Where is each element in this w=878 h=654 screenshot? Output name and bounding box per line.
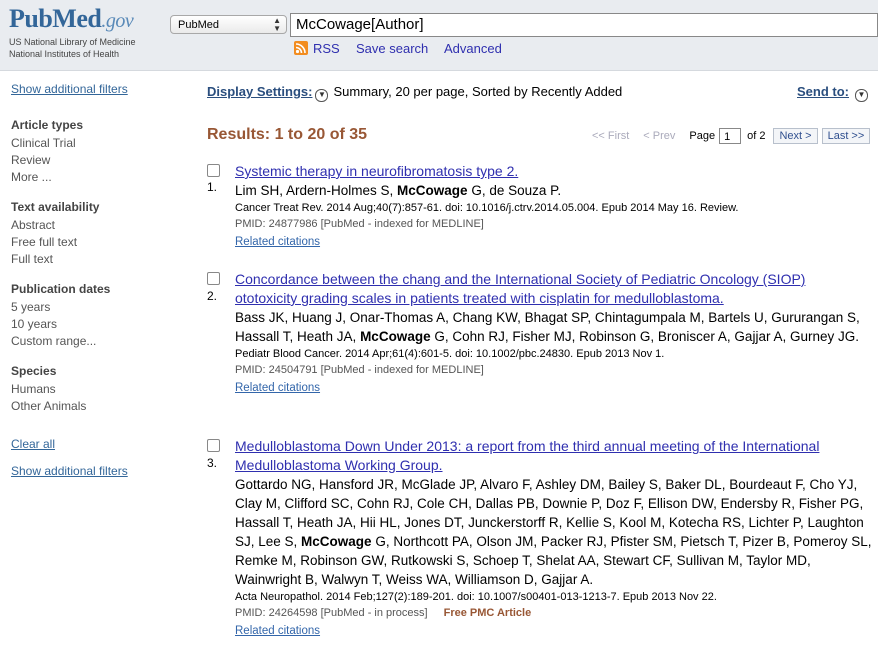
filter-group-title: Text availability xyxy=(11,200,100,214)
filter-5-years[interactable]: 5 years xyxy=(11,299,191,316)
result-title-line: Concordance between the chang and the In… xyxy=(235,271,806,287)
send-to-menu[interactable]: Send to: ▼ xyxy=(797,84,868,102)
logo-subtitle-2: National Institutes of Health xyxy=(9,49,120,59)
select-arrows-icon: ▲ ▼ xyxy=(273,16,281,33)
filter-group-species: Species Humans Other Animals xyxy=(11,364,191,415)
filter-10-years[interactable]: 10 years xyxy=(11,316,191,333)
authors-text: Lim SH, Ardern-Holmes S, xyxy=(235,183,398,198)
display-settings-summary: Summary, 20 per page, Sorted by Recently… xyxy=(333,84,623,99)
result-pmid: PMID: 24877986 [PubMed - indexed for MED… xyxy=(235,216,872,232)
result-title-link[interactable]: Concordance between the chang and the In… xyxy=(235,271,805,306)
result-title-line: Systemic therapy in neurofibromatosis ty… xyxy=(235,163,519,179)
pagination: << First < Prev Page 1 of 2 Next > Last … xyxy=(592,128,871,144)
related-citations-link[interactable]: Related citations xyxy=(235,382,320,394)
filter-full-text[interactable]: Full text xyxy=(11,251,191,268)
next-page-button[interactable]: Next > xyxy=(773,128,818,144)
result-number: 2. xyxy=(207,289,218,303)
pmid-text: PMID: 24504791 [PubMed - indexed for MED… xyxy=(235,364,484,376)
result-title-line: Medulloblastoma Working Group. xyxy=(235,457,443,473)
filter-group-title: Species xyxy=(11,364,57,378)
filter-other-animals[interactable]: Other Animals xyxy=(11,398,191,415)
result-title-line: Medulloblastoma Down Under 2013: a repor… xyxy=(235,438,820,454)
filter-sidebar: Show additional filters Article types Cl… xyxy=(11,82,191,478)
show-additional-filters-top[interactable]: Show additional filters xyxy=(11,82,128,96)
free-pmc-article-badge[interactable]: Free PMC Article xyxy=(444,607,532,619)
database-select-value: PubMed xyxy=(178,19,219,31)
show-additional-filters-bottom[interactable]: Show additional filters xyxy=(11,464,128,478)
chevron-down-icon[interactable]: ▼ xyxy=(315,89,329,102)
rss-link[interactable]: RSS xyxy=(313,41,340,56)
display-settings-link[interactable]: Display Settings: xyxy=(207,84,312,99)
filter-free-full-text[interactable]: Free full text xyxy=(11,234,191,251)
filter-custom-range[interactable]: Custom range... xyxy=(11,333,191,350)
authors-text: G, de Souza P. xyxy=(467,183,562,198)
result-authors: Lim SH, Ardern-Holmes S, McCowage G, de … xyxy=(235,181,872,200)
matched-author: McCowage xyxy=(360,329,431,344)
send-to-link[interactable]: Send to: xyxy=(797,84,849,99)
matched-author: McCowage xyxy=(397,183,468,198)
filter-group-publication-dates: Publication dates 5 years 10 years Custo… xyxy=(11,282,191,350)
filter-group-article-types: Article types Clinical Trial Review More… xyxy=(11,118,191,186)
results-count-title: Results: 1 to 20 of 35 xyxy=(207,126,368,143)
result-title-link[interactable]: Medulloblastoma Down Under 2013: a repor… xyxy=(235,438,819,473)
result-authors: Gottardo NG, Hansford JR, McGlade JP, Al… xyxy=(235,475,872,589)
related-citations-link[interactable]: Related citations xyxy=(235,236,320,248)
result-checkbox[interactable] xyxy=(207,272,220,285)
authors-text: G, Cohn RJ, Fisher MJ, Robinson G, Broni… xyxy=(430,329,859,344)
rss-icon[interactable] xyxy=(294,41,308,55)
result-number: 1. xyxy=(207,180,218,194)
result-pmid: PMID: 24264598 [PubMed - in process] Free… xyxy=(235,605,872,621)
logo-gov: .gov xyxy=(101,10,134,32)
header-bar: PubMed.gov US National Library of Medici… xyxy=(0,0,878,71)
filter-group-title: Article types xyxy=(11,118,84,132)
result-checkbox[interactable] xyxy=(207,164,220,177)
page-label: Page xyxy=(689,130,716,142)
last-page-button[interactable]: Last >> xyxy=(821,128,871,144)
advanced-search-link[interactable]: Advanced xyxy=(444,41,502,56)
filter-group-text-availability: Text availability Abstract Free full tex… xyxy=(11,200,191,268)
save-search-link[interactable]: Save search xyxy=(356,41,428,56)
page-number-input[interactable]: 1 xyxy=(719,128,742,144)
result-number: 3. xyxy=(207,456,218,470)
pmid-text: PMID: 24264598 [PubMed - in process] xyxy=(235,607,428,619)
filter-abstract[interactable]: Abstract xyxy=(11,217,191,234)
result-journal-citation: Pediatr Blood Cancer. 2014 Apr;61(4):601… xyxy=(235,348,665,360)
result-title-line: ototoxicity grading scales in patients t… xyxy=(235,290,724,306)
filter-group-title: Publication dates xyxy=(11,282,111,296)
logo-main: PubMed xyxy=(9,4,102,33)
prev-page-link: < Prev xyxy=(643,130,676,142)
result-title-link[interactable]: Systemic therapy in neurofibromatosis ty… xyxy=(235,163,518,179)
display-settings-row: Display Settings: ▼ Summary, 20 per page, … xyxy=(207,84,622,102)
pmid-text: PMID: 24877986 [PubMed - indexed for MED… xyxy=(235,218,484,230)
result-journal-citation: Acta Neuropathol. 2014 Feb;127(2):189-20… xyxy=(235,591,717,603)
result-authors: Bass JK, Huang J, Onar-Thomas A, Chang K… xyxy=(235,308,872,346)
result-pmid: PMID: 24504791 [PubMed - indexed for MED… xyxy=(235,362,872,378)
search-input[interactable]: McCowage[Author] xyxy=(290,13,878,37)
result-checkbox[interactable] xyxy=(207,439,220,452)
chevron-down-icon[interactable]: ▼ xyxy=(855,89,868,102)
filter-review[interactable]: Review xyxy=(11,152,191,169)
clear-all-filters-link[interactable]: Clear all xyxy=(11,437,55,451)
first-page-link: << First xyxy=(592,130,630,142)
page-total: of 2 xyxy=(747,130,766,142)
filter-more-article-types[interactable]: More ... xyxy=(11,169,191,186)
logo-subtitle-1: US National Library of Medicine xyxy=(9,37,136,47)
matched-author: McCowage xyxy=(301,534,372,549)
related-citations-link[interactable]: Related citations xyxy=(235,625,320,637)
database-select[interactable]: PubMed ▲ ▼ xyxy=(170,15,287,34)
filter-humans[interactable]: Humans xyxy=(11,381,191,398)
filter-clinical-trial[interactable]: Clinical Trial xyxy=(11,135,191,152)
result-journal-citation: Cancer Treat Rev. 2014 Aug;40(7):857-61.… xyxy=(235,202,739,214)
pubmed-logo[interactable]: PubMed.gov US National Library of Medici… xyxy=(9,4,136,60)
